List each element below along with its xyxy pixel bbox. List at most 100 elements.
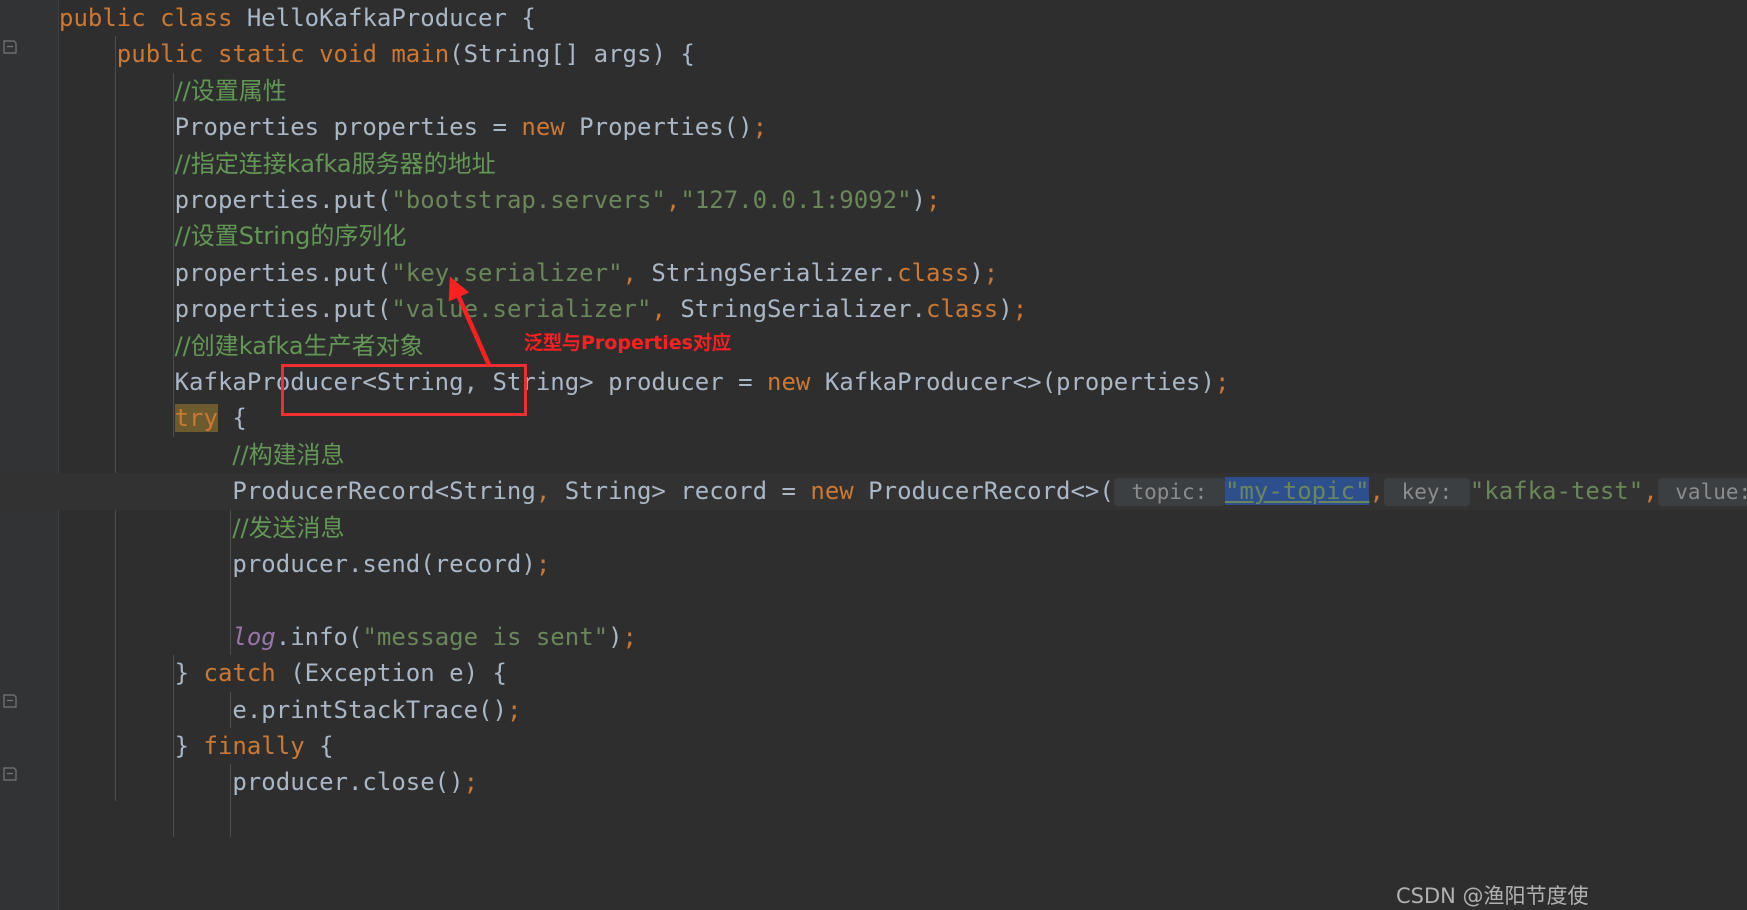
- code-token: ,: [651, 295, 666, 324]
- code-token: ): [998, 295, 1013, 324]
- code-token: .info(: [275, 622, 363, 651]
- code-line[interactable]: //创建kafka生产者对象: [59, 328, 1747, 364]
- code-token: log: [232, 622, 276, 651]
- code-line[interactable]: [59, 582, 1747, 618]
- code-token: ;: [463, 768, 479, 797]
- code-line[interactable]: properties.put("key.serializer", StringS…: [59, 255, 1747, 291]
- code-line[interactable]: //设置属性: [59, 73, 1747, 109]
- code-token: main: [391, 40, 450, 69]
- code-line[interactable]: //构建消息: [59, 437, 1747, 473]
- code-token: finally: [203, 732, 305, 760]
- code-token: "kafka-test": [1469, 477, 1644, 506]
- code-editor[interactable]: public class HelloKafkaProducer { public…: [0, 0, 1747, 910]
- code-line[interactable]: public class HelloKafkaProducer {: [59, 0, 1747, 36]
- code-token: new: [521, 113, 565, 142]
- code-line[interactable]: Properties properties = new Properties()…: [59, 109, 1747, 145]
- code-token: ;: [925, 186, 941, 214]
- code-token: new: [810, 477, 854, 506]
- code-token: properties.put(: [174, 258, 392, 287]
- code-token: key:: [1383, 478, 1470, 507]
- code-line[interactable]: producer.close();: [59, 764, 1747, 800]
- code-token: public: [116, 40, 204, 69]
- code-token: ;: [506, 695, 522, 724]
- code-token: static: [217, 40, 305, 69]
- code-token: e.printStackTrace(): [232, 695, 507, 724]
- code-token: //发送消息: [232, 513, 345, 542]
- code-token: //设置String的序列化: [174, 222, 407, 251]
- code-fold-arrow-icon[interactable]: [3, 694, 17, 708]
- code-token: ): [969, 258, 984, 287]
- code-token: {: [506, 4, 536, 32]
- code-line[interactable]: producer.send(record);: [59, 546, 1747, 582]
- code-token: ;: [1012, 295, 1028, 324]
- code-token: //构建消息: [232, 440, 345, 469]
- code-fold-arrow-icon[interactable]: [3, 767, 17, 781]
- editor-gutter-annotation-column[interactable]: [37, 0, 59, 910]
- code-line[interactable]: //发送消息: [59, 510, 1747, 546]
- code-line[interactable]: KafkaProducer<String, String> producer =…: [59, 364, 1747, 400]
- code-line[interactable]: //设置String的序列化: [59, 218, 1747, 254]
- code-line[interactable]: try {: [59, 400, 1747, 436]
- code-token: StringSerializer.: [636, 258, 898, 287]
- code-token: {: [217, 404, 247, 433]
- code-token: ,: [622, 258, 637, 287]
- code-token: value:: [1657, 478, 1747, 507]
- code-token: }: [174, 659, 204, 688]
- code-line[interactable]: properties.put("bootstrap.servers","127.…: [59, 182, 1747, 218]
- code-token: KafkaProducer<String, String> producer =: [174, 368, 768, 396]
- code-token: HelloKafkaProducer: [246, 4, 507, 32]
- code-token: //创建kafka生产者对象: [174, 331, 424, 360]
- code-token: String> record =: [550, 477, 811, 506]
- code-token: "message is sent": [362, 622, 609, 651]
- code-line[interactable]: log.info("message is sent");: [59, 619, 1747, 655]
- code-token: ,: [1369, 477, 1384, 506]
- code-line[interactable]: properties.put("value.serializer", Strin…: [59, 291, 1747, 327]
- code-token: "value.serializer": [391, 295, 652, 324]
- code-token: StringSerializer.: [665, 295, 926, 324]
- code-token: ProducerRecord<>(: [853, 477, 1114, 506]
- code-token: ): [911, 186, 926, 214]
- code-token: ;: [535, 550, 551, 578]
- code-token: topic:: [1113, 478, 1225, 507]
- code-token: ;: [983, 258, 999, 287]
- code-line[interactable]: public static void main(String[] args) {: [59, 36, 1747, 72]
- code-line[interactable]: e.printStackTrace();: [59, 692, 1747, 728]
- code-token: ;: [752, 113, 768, 142]
- code-token: ,: [535, 477, 551, 506]
- code-token: ,: [665, 186, 681, 214]
- code-line[interactable]: //指定连接kafka服务器的地址: [59, 146, 1747, 182]
- code-token: void: [319, 40, 377, 69]
- code-line[interactable]: ProducerRecord<String, String> record = …: [0, 473, 1747, 510]
- code-token: "127.0.0.1:9092": [680, 186, 912, 214]
- code-line[interactable]: } finally {: [59, 728, 1747, 764]
- annotation-callout-text: 泛型与Properties对应: [524, 332, 731, 354]
- code-token: class: [925, 295, 999, 324]
- code-token: KafkaProducer<>(properties): [810, 368, 1215, 396]
- code-fold-arrow-icon[interactable]: [3, 40, 17, 54]
- code-line[interactable]: } catch (Exception e) {: [59, 655, 1747, 691]
- code-token: try: [174, 404, 218, 433]
- code-token: ,: [1643, 477, 1658, 506]
- code-content-area[interactable]: public class HelloKafkaProducer { public…: [0, 0, 1747, 910]
- code-token: new: [767, 368, 811, 396]
- code-token: ;: [1214, 368, 1230, 396]
- code-token: producer.send(record): [232, 550, 536, 578]
